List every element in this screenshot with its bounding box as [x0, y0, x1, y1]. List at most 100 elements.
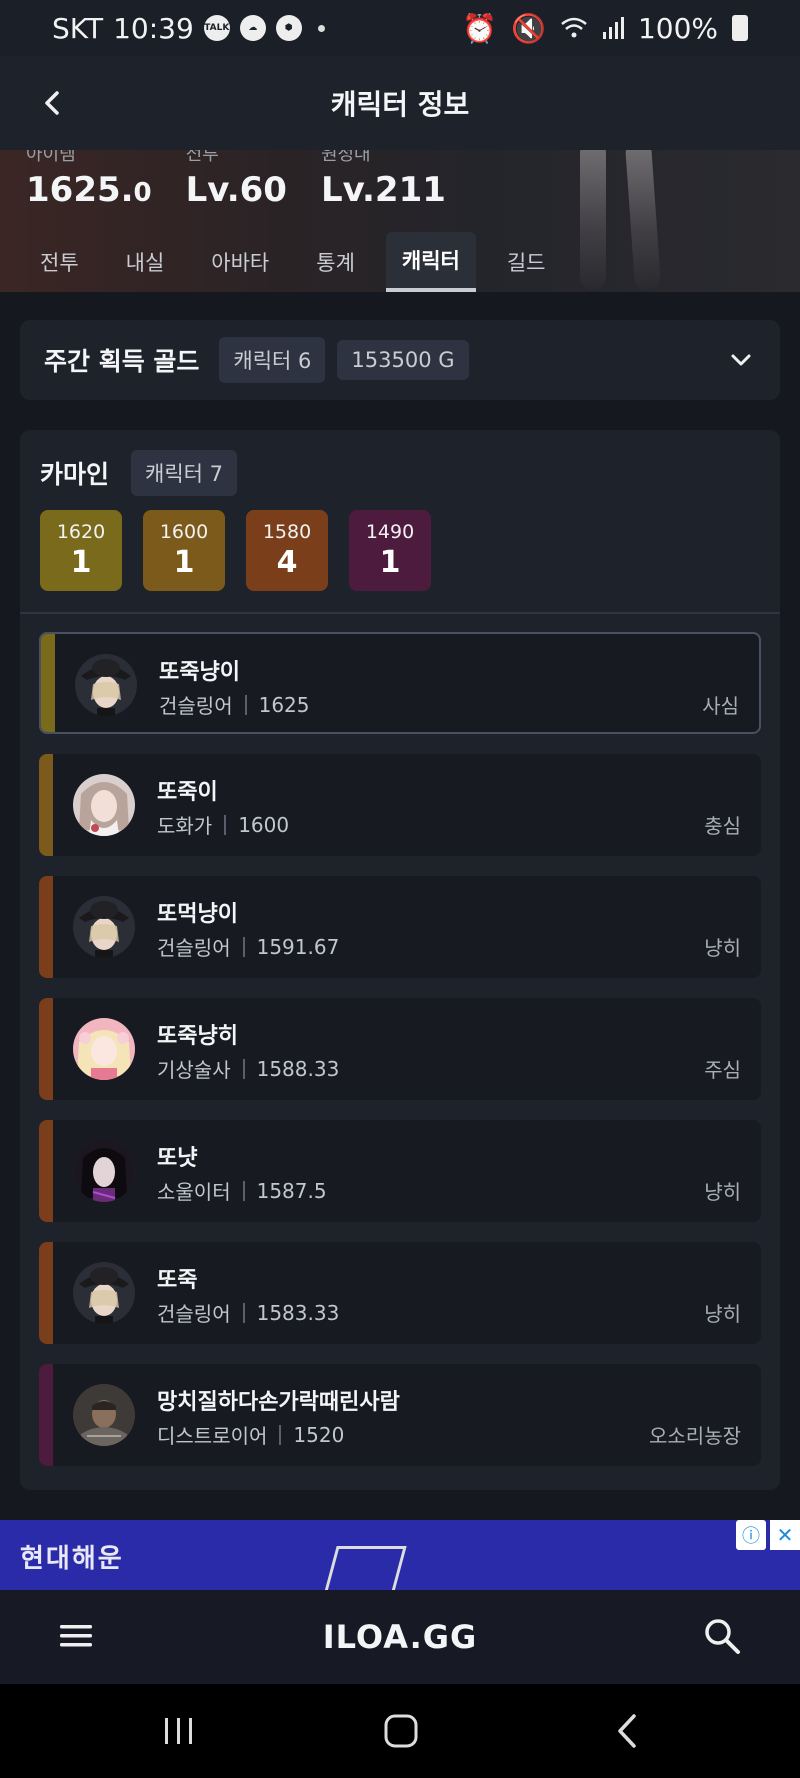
character-class: 도화가	[157, 814, 213, 838]
level-tier-bar	[39, 754, 53, 856]
server-character-chip: 캐릭터 7	[131, 450, 238, 496]
stat-label: 전투	[185, 150, 219, 162]
expand-button[interactable]	[726, 345, 756, 375]
character-item-level: 1591.67	[256, 934, 340, 959]
weekly-gold-title: 주간 획득 골드	[44, 347, 200, 376]
divider	[20, 612, 780, 614]
page-title: 캐릭터 정보	[330, 88, 470, 121]
character-class: 건슬링어	[157, 936, 231, 960]
back-icon[interactable]	[604, 1708, 654, 1754]
character-list-item[interactable]: 또죽냥히기상술사 1588.33 주심	[39, 998, 761, 1100]
character-class: 기상술사	[157, 1058, 231, 1082]
server-header: 카마인 캐릭터 7	[40, 450, 249, 496]
info-separator	[242, 1302, 245, 1323]
level-group-count: 4	[276, 545, 298, 580]
level-tier-bar	[39, 1364, 53, 1466]
stat-value: Lv.60	[185, 170, 287, 210]
character-item-level: 1520	[293, 1422, 345, 1447]
character-artwork	[560, 150, 680, 291]
server-name: 카마인	[40, 460, 110, 489]
server-card: 카마인 캐릭터 7 1620 1 1600 1 1580 4 1490 1 또죽냥이 건슬링어 1…	[20, 430, 780, 1490]
level-groups: 1620 1 1600 1 1580 4 1490 1	[40, 510, 431, 591]
cloud-icon: ☁	[239, 15, 266, 41]
tab-characters[interactable]: 캐릭터	[385, 232, 476, 292]
recent-apps-icon[interactable]	[154, 1708, 204, 1754]
info-separator	[242, 1180, 245, 1201]
page-header: 캐릭터 정보	[0, 56, 800, 150]
tab-stats[interactable]: 통계	[300, 232, 371, 292]
chevron-down-icon	[731, 354, 751, 366]
stat-value-decimal: 0	[133, 178, 152, 208]
character-avatar	[73, 896, 135, 958]
character-info: 기상술사 1588.33	[157, 1054, 339, 1083]
character-info: 건슬링어 1583.33	[157, 1298, 339, 1327]
character-info: 도화가 1600	[157, 810, 289, 839]
hamburger-menu-icon[interactable]	[56, 1616, 96, 1656]
level-tier-bar	[39, 876, 53, 978]
character-list-item[interactable]: 또죽냥이 건슬링어 1625 사심	[39, 632, 761, 734]
character-list: 또죽냥이 건슬링어 1625 사심 또죽이 도화가 1600 충심 또먹냥이 건슬링어 1591.6…	[39, 632, 761, 1486]
stat-value: Lv.211	[320, 170, 446, 210]
alarm-icon: ⏰	[462, 11, 498, 45]
tab-combat[interactable]: 전투	[24, 232, 95, 292]
character-class: 디스트로이어	[157, 1424, 268, 1448]
battery-icon	[732, 15, 748, 41]
hero-stats: 아이템 1625.0 전투 Lv.60 원정대 Lv.211	[26, 150, 446, 210]
level-group-level: 1580	[262, 521, 312, 543]
tab-guild[interactable]: 길드	[491, 232, 562, 292]
tab-avatar[interactable]: 아바타	[195, 232, 285, 292]
character-count-chip: 캐릭터 6	[219, 337, 326, 383]
level-tier-bar	[39, 998, 53, 1100]
character-guild: 주심	[704, 1058, 741, 1082]
chevron-left-icon	[45, 91, 59, 115]
ad-brand: 현대해운	[20, 1544, 124, 1574]
tab-internal[interactable]: 내실	[110, 232, 181, 292]
carrier-label: SKT	[52, 11, 104, 45]
ad-banner[interactable]: 현대해운 ⓘ ✕	[0, 1520, 800, 1590]
character-name: 또냣	[157, 1146, 198, 1171]
character-guild: 충심	[704, 814, 741, 838]
character-list-item[interactable]: 또먹냥이건슬링어 1591.67 냥히	[39, 876, 761, 978]
character-info: 소울이터 1587.5	[157, 1176, 327, 1205]
character-list-item[interactable]: 또냣소울이터 1587.5 냥히	[39, 1120, 761, 1222]
stat-label: 아이템	[26, 150, 76, 162]
close-icon[interactable]: ✕	[770, 1520, 800, 1550]
character-item-level: 1583.33	[256, 1300, 340, 1325]
character-list-item[interactable]: 또죽 건슬링어 1583.33 냥히	[39, 1242, 761, 1344]
level-group-badge[interactable]: 1490 1	[349, 510, 431, 591]
level-group-badge[interactable]: 1600 1	[143, 510, 225, 591]
character-info: 디스트로이어 1520	[157, 1420, 344, 1449]
level-group-badge[interactable]: 1580 4	[246, 510, 328, 591]
level-group-level: 1620	[56, 521, 106, 543]
combat-level-stat: 전투 Lv.60	[186, 150, 287, 210]
search-icon[interactable]	[700, 1614, 744, 1658]
level-tier-bar	[39, 1120, 53, 1222]
character-name: 또죽냥이	[159, 660, 240, 685]
ad-info-icon[interactable]: ⓘ	[736, 1520, 766, 1550]
level-group-badge[interactable]: 1620 1	[40, 510, 122, 591]
mute-icon: 🔇	[511, 11, 546, 45]
weekly-gold-card[interactable]: 주간 획득 골드 캐릭터 6 153500 G	[20, 320, 780, 400]
character-name: 또먹냥이	[157, 902, 238, 927]
character-name: 또죽냥히	[157, 1024, 238, 1049]
character-list-item[interactable]: 망치질하다손가락때린사람디스트로이어 1520 오소리농장	[39, 1364, 761, 1466]
back-button[interactable]	[30, 80, 76, 126]
item-level-stat: 아이템 1625.0	[26, 150, 152, 210]
character-guild: 오소리농장	[649, 1424, 741, 1448]
clock: 10:39	[113, 11, 194, 45]
box-icon: ⬢	[275, 15, 302, 41]
character-item-level: 1587.5	[256, 1178, 327, 1203]
character-guild: 냥히	[704, 1180, 741, 1204]
character-guild: 냥히	[704, 936, 741, 960]
character-avatar	[73, 1018, 135, 1080]
character-item-level: 1600	[238, 812, 290, 837]
level-group-count: 1	[173, 545, 195, 580]
home-icon[interactable]	[376, 1708, 426, 1754]
gold-total-chip: 153500 G	[337, 340, 469, 380]
site-logo[interactable]: ILOA.GG	[323, 1618, 478, 1656]
character-list-item[interactable]: 또죽이 도화가 1600 충심	[39, 754, 761, 856]
character-name: 망치질하다손가락때린사람	[157, 1390, 400, 1415]
ad-box-graphic	[323, 1546, 407, 1590]
character-name: 또죽	[157, 1268, 198, 1293]
notification-dot-icon	[317, 24, 325, 32]
